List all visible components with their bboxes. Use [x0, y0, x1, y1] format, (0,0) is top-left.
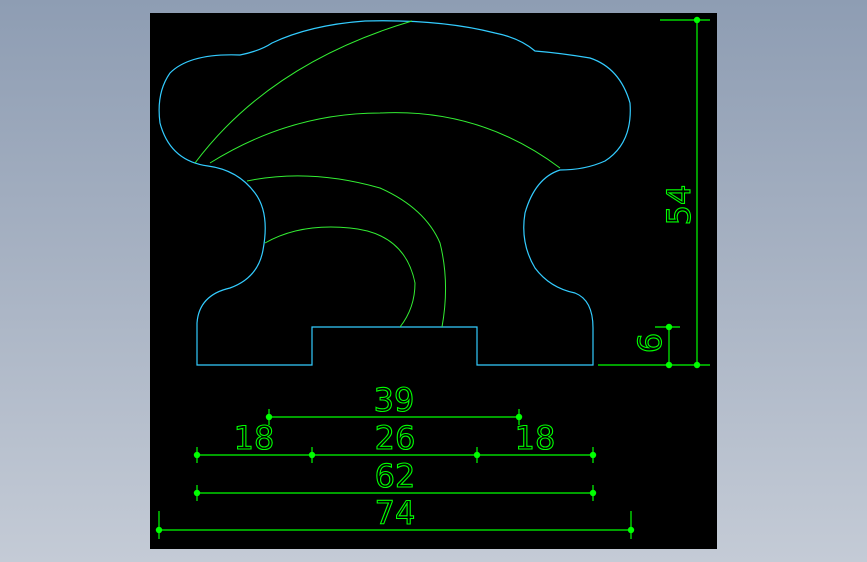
dim-marker [589, 451, 597, 459]
cad-viewport[interactable]: 54 6 39 18 26 18 62 74 [150, 13, 717, 549]
dim-label-top-width: 39 [374, 381, 415, 419]
dim-label-slot-width: 26 [375, 419, 416, 457]
dim-label-base-width: 62 [375, 457, 416, 495]
dim-marker [693, 361, 701, 369]
drawing-canvas: 54 6 39 18 26 18 62 74 [155, 16, 710, 539]
dim-marker [193, 451, 201, 459]
dim-label-total-height: 54 [660, 185, 698, 226]
grain-line-4 [264, 226, 416, 328]
dim-marker [473, 451, 481, 459]
dim-marker [193, 489, 201, 497]
dim-marker [589, 489, 597, 497]
dim-marker [627, 526, 635, 534]
grain-line-2 [209, 112, 561, 169]
dim-marker [665, 323, 673, 331]
dim-label-right-step-width: 18 [515, 419, 556, 457]
profile-outline [158, 20, 631, 366]
dim-marker [155, 526, 163, 534]
dim-label-left-step-width: 18 [234, 419, 275, 457]
dim-marker [665, 361, 673, 369]
inner-grain-lines [194, 20, 561, 328]
dim-label-base-step-height: 6 [631, 333, 669, 353]
grain-line-1 [194, 20, 413, 164]
dim-label-overall-width: 74 [375, 494, 416, 532]
dim-marker [308, 451, 316, 459]
dim-marker [693, 16, 701, 24]
grain-line-3 [246, 175, 447, 328]
